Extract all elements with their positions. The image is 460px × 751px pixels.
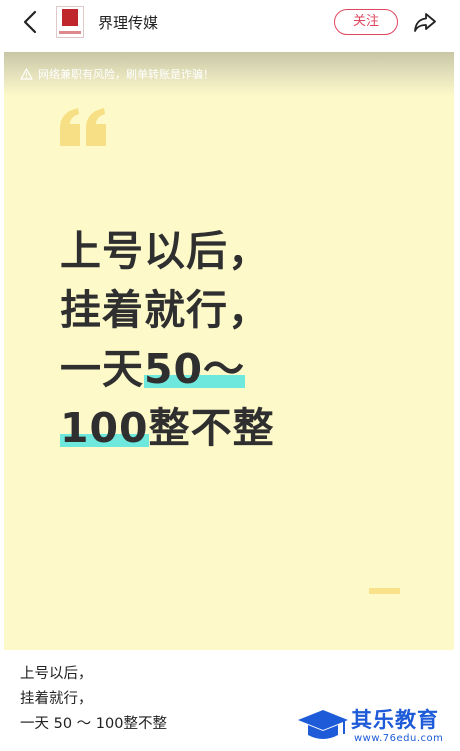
- follow-button[interactable]: 关注: [334, 9, 398, 35]
- headline-line-1: 上号以后，: [60, 227, 270, 275]
- caption-line-2: 挂着就行，: [20, 691, 93, 707]
- headline-line-3: 一天50～: [60, 340, 275, 399]
- watermark-name: 其乐教育: [351, 708, 439, 732]
- post-caption: 上号以后， 挂着就行， 一天 50 ～ 100整不整: [20, 662, 167, 737]
- caption-line-1: 上号以后，: [20, 666, 93, 682]
- logo-footer: [59, 31, 81, 34]
- warning-bar: 网络兼职有风险，刷单转账是诈骗！: [4, 52, 454, 96]
- post-image[interactable]: 网络兼职有风险，刷单转账是诈骗！ 上号以后， 挂着就行， 一天50～ 100整不…: [4, 52, 454, 650]
- chevron-left-icon[interactable]: [20, 9, 42, 35]
- headline-line-2: 挂着就行，: [60, 286, 270, 334]
- graduation-cap-icon: [298, 710, 348, 739]
- headline-line-4-suffix: 整不整: [148, 404, 275, 452]
- site-watermark: 其乐教育 www.76edu.com: [296, 704, 456, 748]
- account-avatar[interactable]: [56, 6, 84, 38]
- watermark-url: www.76edu.com: [354, 733, 444, 744]
- logo-seal: [62, 9, 78, 26]
- headline-highlight-1: 50～: [144, 345, 246, 393]
- decorative-dash: [369, 588, 400, 594]
- top-bar: 界理传媒 关注: [0, 0, 460, 46]
- quote-mark-icon: [60, 108, 106, 146]
- headline-line-3-prefix: 一天: [60, 345, 144, 393]
- warning-notice: 网络兼职有风险，刷单转账是诈骗！: [20, 66, 214, 82]
- warning-text: 网络兼职有风险，刷单转账是诈骗！: [38, 68, 214, 81]
- post-headline: 上号以后， 挂着就行， 一天50～ 100整不整: [60, 222, 275, 458]
- warning-triangle-icon: [20, 68, 33, 80]
- account-name[interactable]: 界理传媒: [98, 12, 158, 33]
- headline-highlight-2: 100: [60, 404, 149, 452]
- headline-line-4: 100整不整: [60, 399, 275, 458]
- caption-line-3: 一天 50 ～ 100整不整: [20, 716, 167, 732]
- share-arrow-icon[interactable]: [412, 9, 438, 35]
